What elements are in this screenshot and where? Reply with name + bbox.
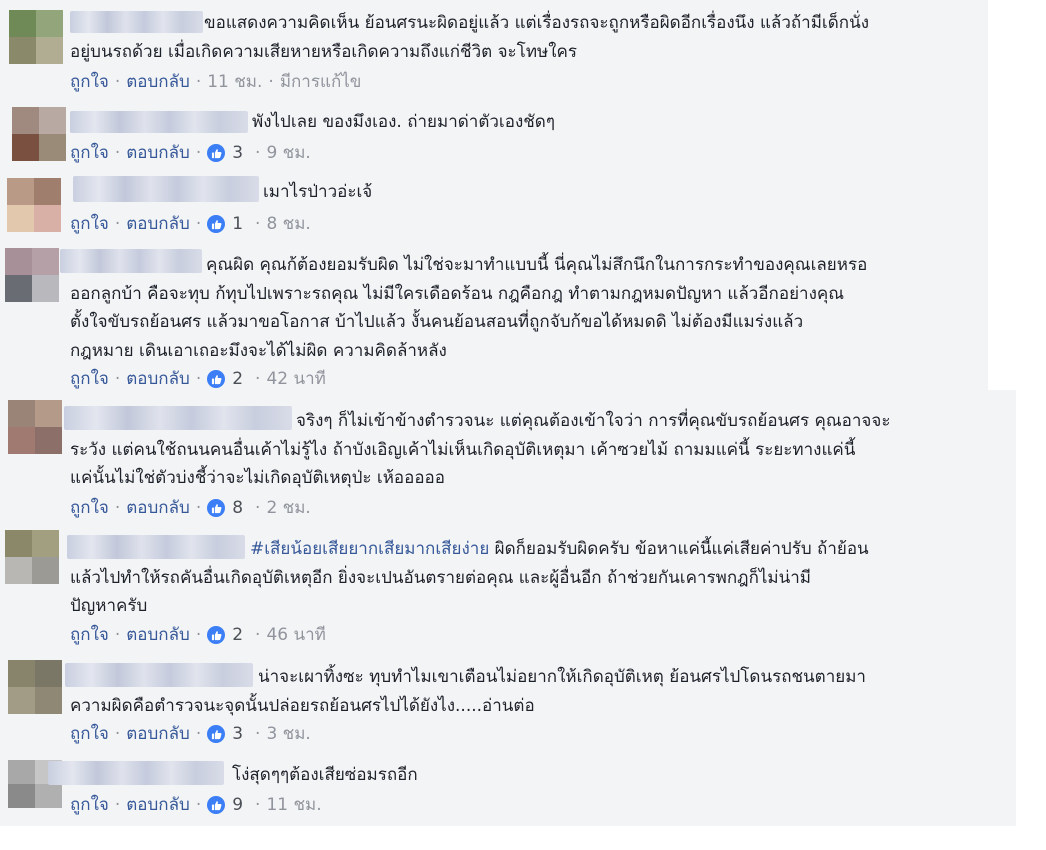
separator: ·: [114, 625, 121, 645]
comment-text: เมาไรป่าวอ่ะเจ้: [263, 182, 373, 202]
avatar[interactable]: [9, 10, 63, 64]
like-count[interactable]: 2: [232, 367, 243, 391]
comment-text: พังไปเลย ของมึงเอง. ถ่ายมาด่าตัวเองชัดๆ: [252, 112, 555, 132]
like-icon[interactable]: [207, 626, 226, 644]
separator: ·: [268, 72, 274, 92]
separator: ·: [195, 143, 202, 163]
separator: ·: [255, 143, 261, 163]
like-link[interactable]: ถูกใจ: [70, 141, 109, 165]
separator: ·: [255, 625, 261, 645]
comment-actions: ถูกใจ · ตอบกลับ · 3 · 3 ชม.: [70, 722, 311, 746]
comment-actions: ถูกใจ · ตอบกลับ · 2 · 42 นาที: [70, 367, 326, 391]
separator: ·: [114, 795, 121, 815]
timestamp[interactable]: 3 ชม.: [266, 722, 310, 746]
like-count[interactable]: 8: [232, 496, 243, 520]
separator: ·: [114, 214, 121, 234]
like-link[interactable]: ถูกใจ: [70, 212, 109, 236]
like-count[interactable]: 1: [232, 212, 243, 236]
like-icon[interactable]: [207, 796, 226, 814]
comment-text: น่าจะเผาทิ้งซะ ทุบทำไมเขาเตือนไม่อยากให้…: [70, 667, 866, 716]
like-icon[interactable]: [207, 215, 226, 233]
like-icon[interactable]: [207, 144, 226, 162]
reply-link[interactable]: ตอบกลับ: [126, 367, 190, 391]
separator: ·: [195, 498, 202, 518]
like-link[interactable]: ถูกใจ: [70, 70, 109, 94]
reply-link[interactable]: ตอบกลับ: [126, 722, 190, 746]
timestamp[interactable]: 46 นาที: [266, 623, 325, 647]
separator: ·: [114, 72, 121, 92]
separator: ·: [114, 498, 121, 518]
comment-actions: ถูกใจ · ตอบกลับ · 8 · 2 ชม.: [70, 496, 311, 520]
separator: ·: [195, 625, 202, 645]
avatar[interactable]: [12, 107, 66, 161]
separator: ·: [255, 795, 261, 815]
comment-actions: ถูกใจ · ตอบกลับ · 2 · 46 นาที: [70, 623, 326, 647]
comment-actions: ถูกใจ · ตอบกลับ · 1 · 8 ชม.: [70, 212, 311, 236]
like-count[interactable]: 3: [232, 141, 243, 165]
separator: ·: [255, 498, 261, 518]
like-link[interactable]: ถูกใจ: [70, 793, 109, 817]
avatar[interactable]: [5, 248, 59, 302]
separator: ·: [195, 369, 202, 389]
separator: ·: [195, 795, 202, 815]
comment-actions: ถูกใจ · ตอบกลับ · 3 · 9 ชม.: [70, 141, 311, 165]
comment-text: #เสียน้อยเสียยากเสียมากเสียง่าย ผิดก็ยอม…: [70, 539, 869, 616]
avatar[interactable]: [7, 178, 61, 232]
separator: ·: [114, 369, 121, 389]
timestamp[interactable]: 11 ชม.: [266, 793, 321, 817]
avatar[interactable]: [5, 530, 59, 584]
hashtag-link[interactable]: #เสียน้อยเสียยากเสียมากเสียง่าย: [250, 539, 489, 559]
timestamp[interactable]: 8 ชม.: [266, 212, 310, 236]
avatar[interactable]: [8, 400, 62, 454]
timestamp[interactable]: 2 ชม.: [266, 496, 310, 520]
like-count[interactable]: 2: [232, 623, 243, 647]
like-count[interactable]: 3: [232, 722, 243, 746]
like-count[interactable]: 9: [232, 793, 243, 817]
separator: ·: [255, 369, 261, 389]
commenter-name[interactable]: [70, 111, 248, 133]
avatar[interactable]: [8, 660, 62, 714]
reply-link[interactable]: ตอบกลับ: [126, 496, 190, 520]
reply-link[interactable]: ตอบกลับ: [126, 793, 190, 817]
like-link[interactable]: ถูกใจ: [70, 623, 109, 647]
comment-text: โง่สุดๆๆต้องเสียซ่อมรถอีก: [232, 765, 418, 785]
like-icon[interactable]: [207, 370, 226, 388]
reply-link[interactable]: ตอบกลับ: [126, 623, 190, 647]
like-link[interactable]: ถูกใจ: [70, 722, 109, 746]
separator: ·: [195, 72, 202, 92]
timestamp[interactable]: 42 นาที: [266, 367, 325, 391]
comment-actions: ถูกใจ · ตอบกลับ · 11 ชม. · มีการแก้ไข: [70, 70, 361, 94]
like-icon[interactable]: [207, 499, 226, 517]
separator: ·: [255, 214, 261, 234]
separator: ·: [114, 143, 121, 163]
comment-text: จริงๆ ก็ไม่เข้าข้างตำรวจนะ แต่คุณต้องเข้…: [70, 411, 891, 488]
comment-text: ขอแสดงความคิดเห็น ย้อนศรนะผิดอยู่แล้ว แต…: [70, 13, 870, 62]
comment-text: คุณผิด คุณก้ต้องยอมรับผิด ไม่ใช่จะมาทำแบ…: [70, 255, 868, 361]
reply-link[interactable]: ตอบกลับ: [126, 212, 190, 236]
timestamp[interactable]: 9 ชม.: [266, 141, 310, 165]
edited-label[interactable]: มีการแก้ไข: [280, 70, 362, 94]
like-link[interactable]: ถูกใจ: [70, 367, 109, 391]
commenter-name[interactable]: [73, 176, 259, 202]
like-link[interactable]: ถูกใจ: [70, 496, 109, 520]
comment-actions: ถูกใจ · ตอบกลับ · 9 · 11 ชม.: [70, 793, 322, 817]
like-icon[interactable]: [207, 725, 226, 743]
reply-link[interactable]: ตอบกลับ: [126, 141, 190, 165]
separator: ·: [255, 724, 261, 744]
commenter-name[interactable]: [48, 761, 224, 785]
separator: ·: [195, 214, 202, 234]
reply-link[interactable]: ตอบกลับ: [126, 70, 190, 94]
separator: ·: [195, 724, 202, 744]
separator: ·: [114, 724, 121, 744]
timestamp[interactable]: 11 ชม.: [207, 70, 262, 94]
